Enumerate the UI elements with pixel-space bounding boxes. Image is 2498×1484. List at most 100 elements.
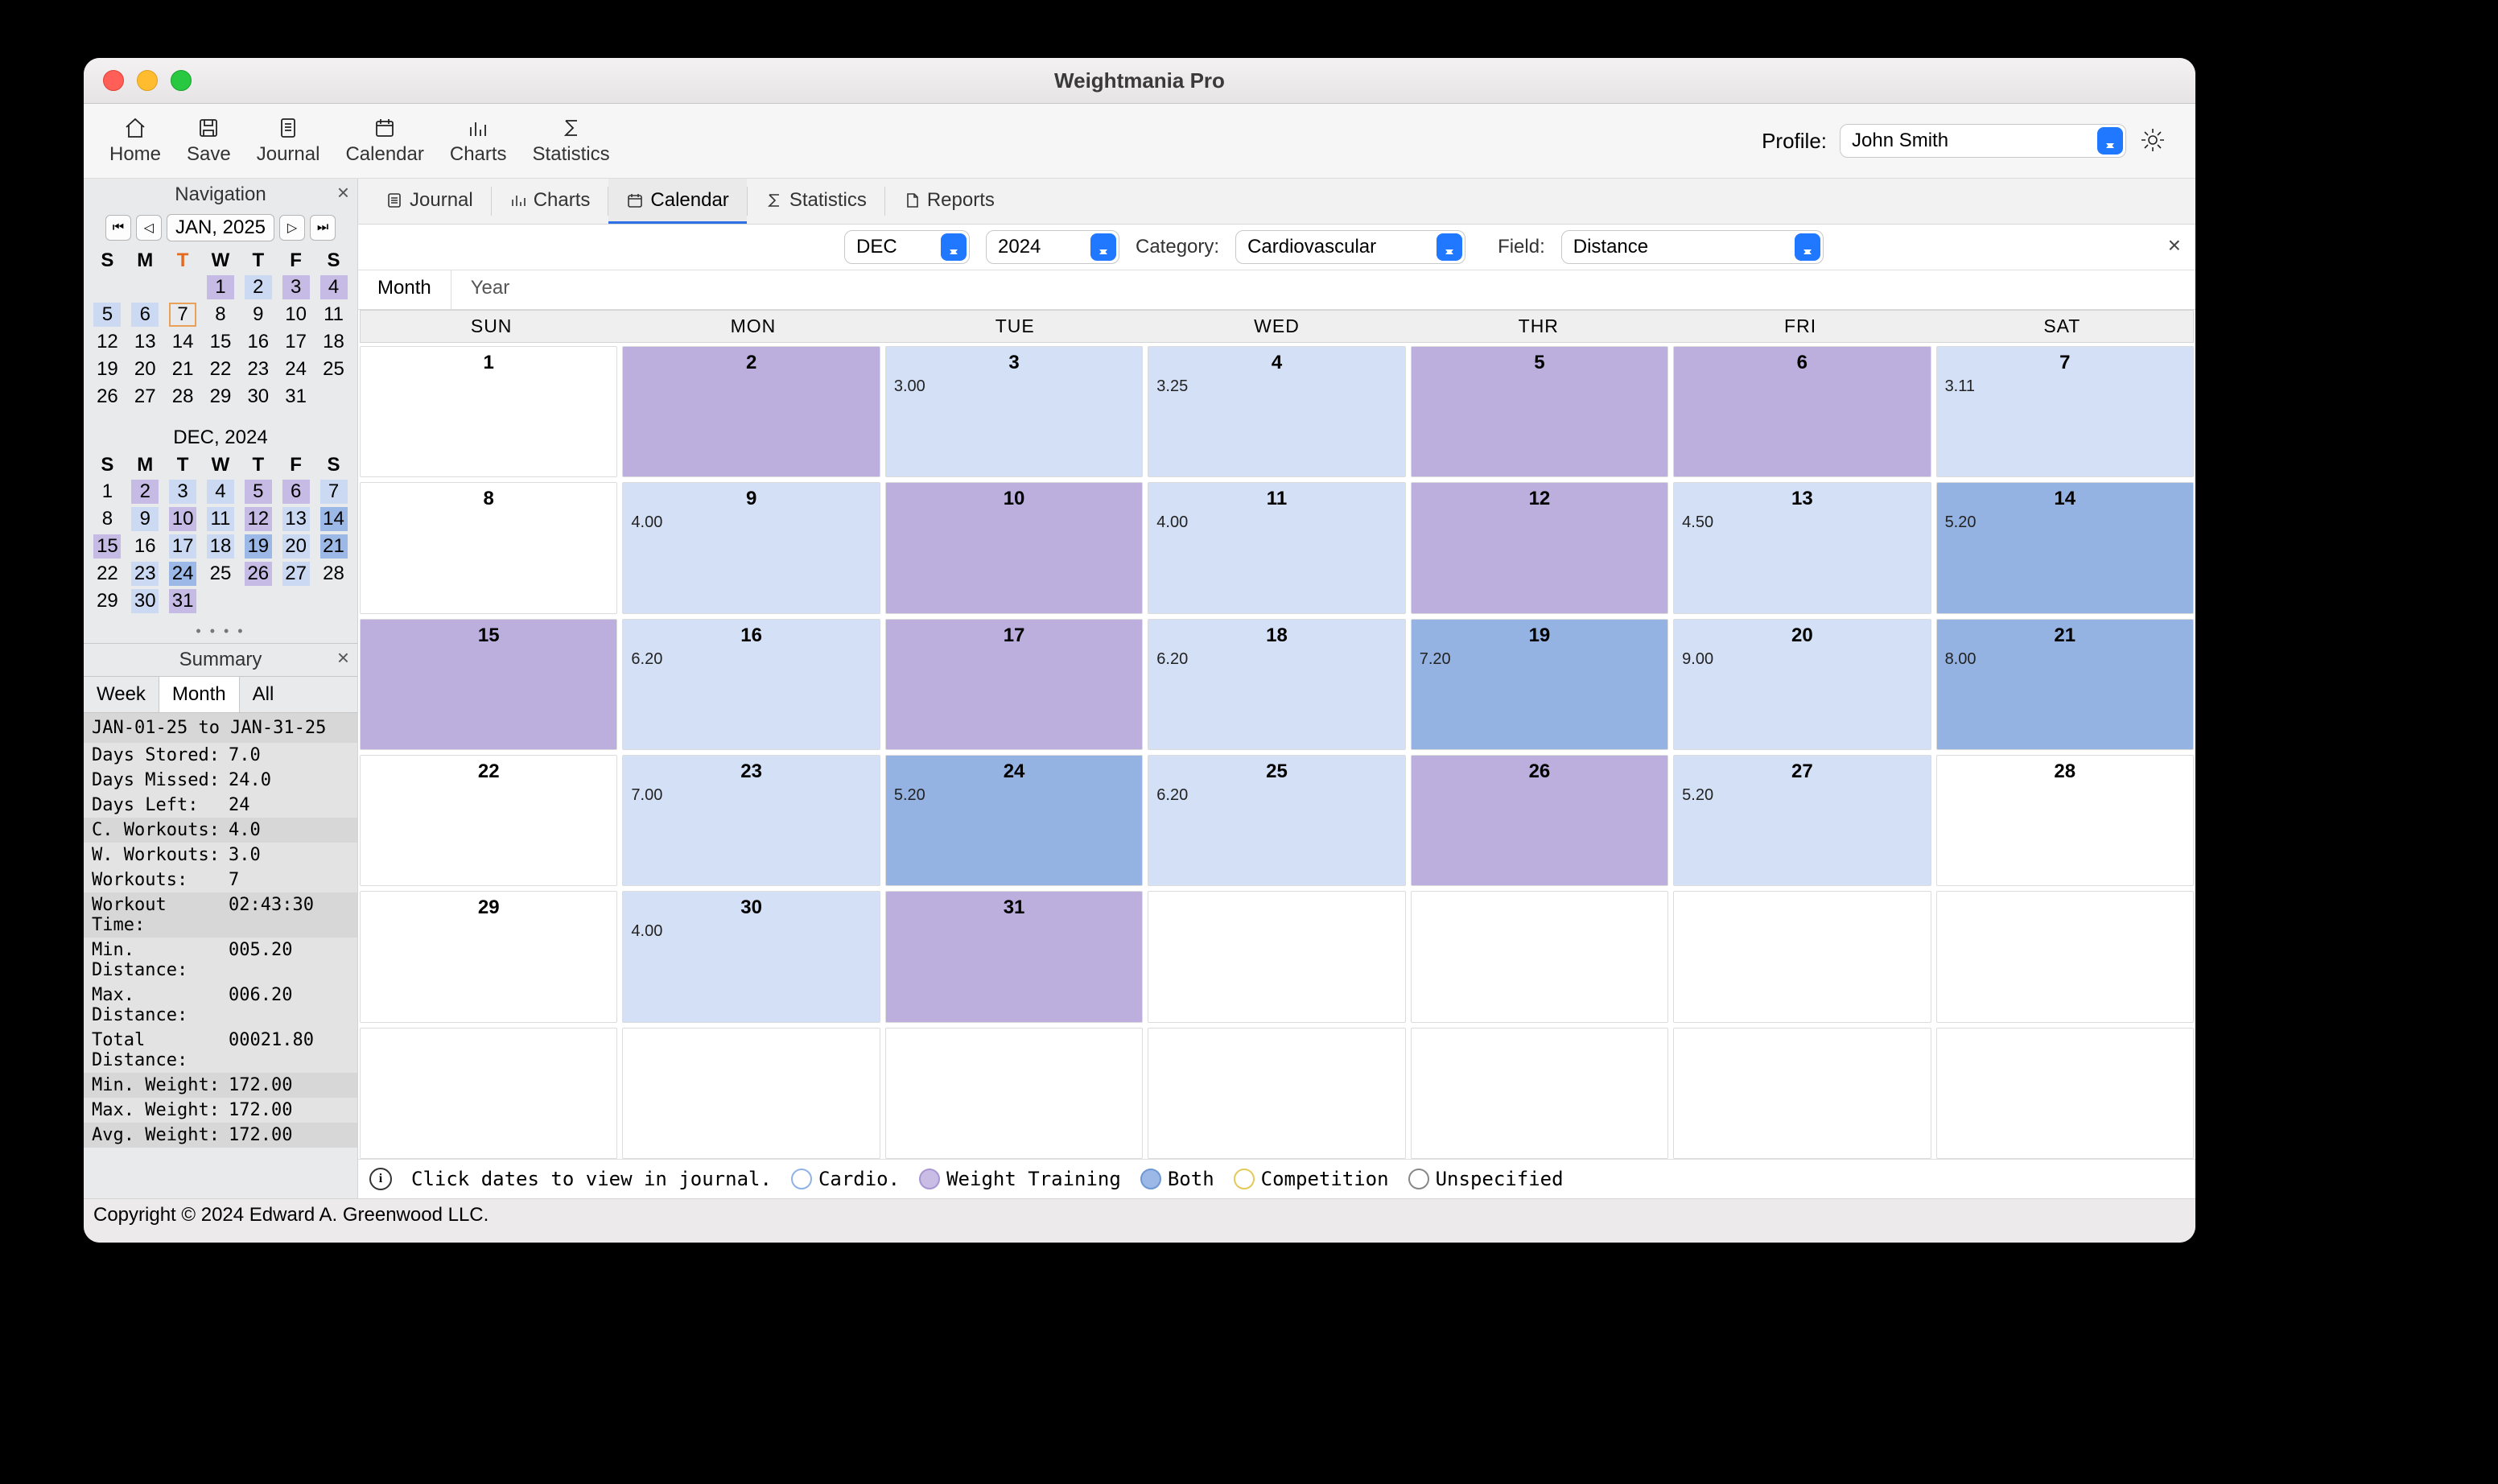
profile-select[interactable]: John Smith: [1840, 124, 2126, 158]
minical-day[interactable]: 21: [320, 534, 348, 559]
calendar-day-cell[interactable]: 15: [360, 619, 617, 750]
minical-day[interactable]: 21: [169, 357, 196, 381]
minical-day[interactable]: 24: [282, 357, 310, 381]
minical-day[interactable]: 29: [93, 589, 121, 613]
minical-day[interactable]: 30: [131, 589, 159, 613]
minical-day[interactable]: 16: [245, 330, 272, 354]
calendar-button[interactable]: Calendar: [332, 113, 436, 169]
calendar-day-cell[interactable]: 1: [360, 346, 617, 477]
minical-day[interactable]: 31: [282, 385, 310, 409]
minical-day[interactable]: 26: [93, 385, 121, 409]
summary-tab-all[interactable]: All: [240, 677, 287, 712]
minical-day[interactable]: 28: [169, 385, 196, 409]
minical-day[interactable]: 19: [245, 534, 272, 559]
close-icon[interactable]: ×: [2168, 233, 2181, 258]
statistics-button[interactable]: Statistics: [520, 113, 623, 169]
minical-day[interactable]: 3: [282, 275, 310, 299]
charts-button[interactable]: Charts: [437, 113, 520, 169]
close-icon[interactable]: ×: [337, 645, 349, 670]
minical-day[interactable]: 2: [131, 480, 159, 504]
calendar-day-cell[interactable]: 8: [360, 482, 617, 613]
minical-day[interactable]: 29: [207, 385, 234, 409]
next-month-button[interactable]: ▷: [279, 215, 305, 241]
minical-day[interactable]: 7: [169, 303, 196, 327]
prev-month-button[interactable]: ◁: [136, 215, 162, 241]
minical-day[interactable]: 18: [320, 330, 348, 354]
year-select[interactable]: 2024: [986, 230, 1119, 264]
calendar-day-cell[interactable]: 134.50: [1673, 482, 1931, 613]
home-button[interactable]: Home: [97, 113, 174, 169]
minical-day[interactable]: 6: [282, 480, 310, 504]
last-month-button[interactable]: ⏭: [310, 215, 336, 241]
minical-day[interactable]: 23: [245, 357, 272, 381]
tab-calendar[interactable]: Calendar: [608, 179, 746, 224]
calendar-day-cell[interactable]: 73.11: [1936, 346, 2194, 477]
minical-day[interactable]: 15: [207, 330, 234, 354]
calendar-day-cell[interactable]: 10: [885, 482, 1143, 613]
minical-day[interactable]: 27: [131, 385, 159, 409]
tab-journal[interactable]: Journal: [368, 179, 491, 224]
minical-day[interactable]: 5: [245, 480, 272, 504]
minical-day[interactable]: 20: [131, 357, 159, 381]
calendar-day-cell[interactable]: 256.20: [1148, 755, 1405, 886]
minical-day[interactable]: 2: [245, 275, 272, 299]
calendar-day-cell[interactable]: 5: [1411, 346, 1668, 477]
minical-day[interactable]: 6: [131, 303, 159, 327]
minical-day[interactable]: 12: [245, 507, 272, 531]
minical-day[interactable]: 11: [320, 303, 348, 327]
calendar-day-cell[interactable]: 33.00: [885, 346, 1143, 477]
minical-day[interactable]: 31: [169, 589, 196, 613]
minical-day[interactable]: 30: [245, 385, 272, 409]
calendar-day-cell[interactable]: 186.20: [1148, 619, 1405, 750]
summary-tab-month[interactable]: Month: [159, 677, 240, 712]
minical-day[interactable]: 19: [93, 357, 121, 381]
view-tab-month[interactable]: Month: [358, 270, 451, 309]
calendar-day-cell[interactable]: 2: [622, 346, 880, 477]
calendar-day-cell[interactable]: 12: [1411, 482, 1668, 613]
calendar-day-cell[interactable]: 43.25: [1148, 346, 1405, 477]
calendar-day-cell[interactable]: 29: [360, 891, 617, 1022]
minical-day[interactable]: 23: [131, 562, 159, 586]
summary-tab-week[interactable]: Week: [84, 677, 159, 712]
minical-day[interactable]: 16: [131, 534, 159, 559]
minical-day[interactable]: 1: [93, 480, 121, 504]
minical-day[interactable]: 14: [169, 330, 196, 354]
minical-day[interactable]: 3: [169, 480, 196, 504]
calendar-day-cell[interactable]: 26: [1411, 755, 1668, 886]
minical-day[interactable]: 28: [320, 562, 348, 586]
calendar-day-cell[interactable]: 114.00: [1148, 482, 1405, 613]
minical-day[interactable]: 25: [207, 562, 234, 586]
minical-day[interactable]: 8: [93, 507, 121, 531]
minical-day[interactable]: 18: [207, 534, 234, 559]
calendar-day-cell[interactable]: 6: [1673, 346, 1931, 477]
tab-charts[interactable]: Charts: [492, 179, 608, 224]
calendar-day-cell[interactable]: 237.00: [622, 755, 880, 886]
calendar-day-cell[interactable]: 145.20: [1936, 482, 2194, 613]
minical-day[interactable]: 25: [320, 357, 348, 381]
calendar-day-cell[interactable]: 166.20: [622, 619, 880, 750]
minical-day[interactable]: 7: [320, 480, 348, 504]
calendar-day-cell[interactable]: 94.00: [622, 482, 880, 613]
category-select[interactable]: Cardiovascular: [1235, 230, 1465, 264]
calendar-day-cell[interactable]: 245.20: [885, 755, 1143, 886]
minical-day[interactable]: 27: [282, 562, 310, 586]
minical-day[interactable]: 11: [207, 507, 234, 531]
nav-month-display[interactable]: JAN, 2025: [167, 214, 274, 241]
close-icon[interactable]: ×: [337, 180, 349, 205]
month-select[interactable]: DEC: [844, 230, 970, 264]
journal-button[interactable]: Journal: [244, 113, 333, 169]
save-button[interactable]: Save: [174, 113, 244, 169]
view-tab-year[interactable]: Year: [451, 270, 530, 309]
calendar-day-cell[interactable]: 31: [885, 891, 1143, 1022]
calendar-day-cell[interactable]: 218.00: [1936, 619, 2194, 750]
minical-day[interactable]: 17: [282, 330, 310, 354]
minical-day[interactable]: 22: [93, 562, 121, 586]
minical-day[interactable]: 10: [282, 303, 310, 327]
calendar-day-cell[interactable]: 304.00: [622, 891, 880, 1022]
minical-day[interactable]: 4: [320, 275, 348, 299]
minical-day[interactable]: 1: [207, 275, 234, 299]
tab-reports[interactable]: Reports: [885, 179, 1012, 224]
minical-day[interactable]: 14: [320, 507, 348, 531]
calendar-day-cell[interactable]: 209.00: [1673, 619, 1931, 750]
calendar-day-cell[interactable]: 275.20: [1673, 755, 1931, 886]
